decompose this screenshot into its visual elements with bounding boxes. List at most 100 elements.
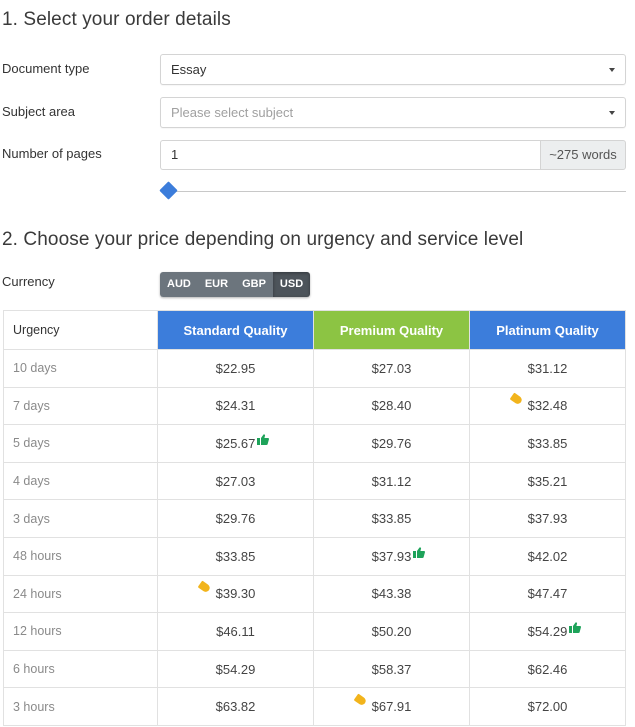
document-type-value: Essay	[171, 62, 207, 77]
price-cell-standard[interactable]: $54.29	[157, 649, 314, 689]
price-cell-platinum[interactable]: $31.12	[469, 349, 626, 388]
price-value-wrap: $29.76	[216, 511, 256, 526]
price-cell-platinum[interactable]: $35.21	[469, 461, 626, 501]
subject-area-label: Subject area	[2, 104, 75, 119]
price-value-wrap: $33.85	[372, 511, 412, 526]
price-cell-standard[interactable]: $39.30	[157, 574, 314, 614]
price-value: $58.37	[371, 661, 412, 677]
price-value-wrap: $43.38	[372, 586, 412, 601]
price-value-wrap: $27.03	[216, 474, 256, 489]
price-cell-premium[interactable]: $27.03	[313, 349, 470, 388]
price-cell-premium[interactable]: $67.91	[313, 687, 470, 726]
price-value: $28.40	[371, 398, 412, 414]
table-row: 12 hours $46.11 $50.20 $54.29	[3, 612, 626, 651]
section-title-order-details: 1. Select your order details	[2, 9, 231, 30]
currency-eur-button[interactable]: EUR	[197, 272, 236, 297]
price-value: $31.12	[371, 473, 412, 489]
price-value: $22.95	[215, 360, 256, 376]
price-value-wrap: $67.91	[353, 693, 411, 714]
price-cell-standard[interactable]: $29.76	[157, 499, 314, 538]
price-cell-premium[interactable]: $43.38	[313, 574, 470, 614]
price-value-wrap: $63.82	[216, 699, 256, 714]
price-value: $29.76	[215, 511, 256, 527]
currency-toggle-group: AUD EUR GBP USD	[160, 272, 311, 297]
price-value: $24.31	[215, 398, 256, 414]
price-table-header: Urgency Standard Quality Premium Quality…	[3, 310, 626, 350]
price-cell-platinum[interactable]: $42.02	[469, 536, 626, 576]
pages-slider-track[interactable]	[168, 191, 626, 192]
price-cell-premium[interactable]: $50.20	[313, 612, 470, 651]
price-cell-platinum[interactable]: $37.93	[469, 499, 626, 538]
price-value: $43.38	[371, 586, 412, 602]
price-cell-premium[interactable]: $29.76	[313, 424, 470, 463]
currency-usd-button[interactable]: USD	[272, 272, 311, 297]
price-cell-standard[interactable]: $46.11	[157, 612, 314, 651]
table-row: 24 hours $39.30 $43.38 $47.47	[3, 574, 626, 614]
price-value-wrap: $33.85	[216, 549, 256, 564]
section-title-price: 2. Choose your price depending on urgenc…	[2, 229, 524, 250]
table-row: 6 hours $54.29 $58.37 $62.46	[3, 649, 626, 689]
tag-icon	[509, 392, 523, 406]
urgency-cell: 3 hours	[3, 687, 158, 726]
word-count-addon: ~275 words	[540, 140, 626, 170]
table-row: 3 hours $63.82 $67.91 $72.00	[3, 687, 626, 726]
subject-area-select[interactable]: Please select subject	[160, 97, 626, 128]
price-cell-platinum[interactable]: $62.46	[469, 649, 626, 689]
price-cell-premium[interactable]: $58.37	[313, 649, 470, 689]
pages-slider-handle[interactable]	[159, 181, 178, 200]
thumbs-up-icon	[569, 621, 582, 633]
price-value-wrap: $31.12	[528, 361, 568, 376]
price-value: $31.12	[527, 360, 568, 376]
price-value: $42.02	[527, 548, 568, 564]
price-cell-standard[interactable]: $24.31	[157, 386, 314, 426]
header-standard-quality: Standard Quality	[157, 310, 314, 350]
document-type-label: Document type	[2, 61, 90, 76]
currency-aud-button[interactable]: AUD	[160, 272, 198, 297]
price-cell-standard[interactable]: $63.82	[157, 687, 314, 726]
tag-icon	[197, 580, 211, 594]
price-value: $46.11	[216, 623, 255, 639]
urgency-cell: 48 hours	[3, 536, 158, 576]
price-value-wrap: $35.21	[528, 474, 568, 489]
price-cell-standard[interactable]: $22.95	[157, 349, 314, 388]
price-value: $54.29	[527, 623, 568, 639]
chevron-down-icon	[609, 111, 615, 115]
price-cell-platinum[interactable]: $54.29	[469, 612, 626, 651]
currency-gbp-button[interactable]: GBP	[235, 272, 273, 297]
table-row: 5 days $25.67 $29.76 $33.85	[3, 424, 626, 463]
pages-label: Number of pages	[2, 146, 102, 161]
price-cell-premium[interactable]: $33.85	[313, 499, 470, 538]
price-value-wrap: $33.85	[528, 436, 568, 451]
price-cell-premium[interactable]: $28.40	[313, 386, 470, 426]
subject-area-placeholder: Please select subject	[171, 105, 294, 120]
price-value-wrap: $39.30	[197, 580, 255, 601]
document-type-select[interactable]: Essay	[160, 54, 626, 85]
header-urgency: Urgency	[3, 310, 158, 350]
urgency-cell: 5 days	[3, 424, 158, 463]
price-cell-standard[interactable]: $25.67	[157, 424, 314, 463]
price-cell-standard[interactable]: $27.03	[157, 461, 314, 501]
price-cell-premium[interactable]: $31.12	[313, 461, 470, 501]
price-value: $27.03	[371, 360, 412, 376]
price-value-wrap: $42.02	[528, 549, 568, 564]
header-premium-quality: Premium Quality	[313, 310, 470, 350]
price-cell-platinum[interactable]: $33.85	[469, 424, 626, 463]
price-cell-premium[interactable]: $37.93	[313, 536, 470, 576]
pages-input[interactable]: 1	[160, 140, 540, 170]
price-value-wrap: $47.47	[528, 586, 568, 601]
price-value-wrap: $62.46	[528, 662, 568, 677]
urgency-cell: 6 hours	[3, 649, 158, 689]
price-table: Urgency Standard Quality Premium Quality…	[3, 310, 626, 726]
header-platinum-quality: Platinum Quality	[469, 310, 626, 350]
urgency-cell: 7 days	[3, 386, 158, 426]
price-value-wrap: $28.40	[372, 398, 412, 413]
chevron-down-icon	[609, 68, 615, 72]
table-row: 10 days $22.95 $27.03 $31.12	[3, 349, 626, 388]
price-cell-platinum[interactable]: $72.00	[469, 687, 626, 726]
price-value: $47.47	[527, 586, 568, 602]
price-value: $33.85	[371, 511, 412, 527]
price-cell-standard[interactable]: $33.85	[157, 536, 314, 576]
price-value: $29.76	[371, 435, 412, 451]
price-cell-platinum[interactable]: $32.48	[469, 386, 626, 426]
price-cell-platinum[interactable]: $47.47	[469, 574, 626, 614]
